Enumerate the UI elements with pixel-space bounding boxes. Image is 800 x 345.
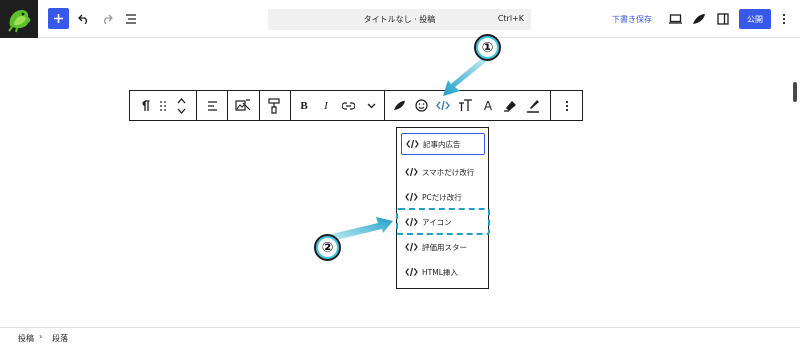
- menu-item-rating-star[interactable]: 評価用スター: [401, 236, 485, 258]
- align-left-icon: [207, 100, 217, 111]
- publish-button[interactable]: 公開: [739, 9, 771, 29]
- link-icon: [341, 101, 355, 110]
- marker-button[interactable]: [522, 91, 544, 120]
- save-draft-button[interactable]: 下書き保存: [612, 14, 652, 25]
- move-block-buttons[interactable]: [173, 91, 189, 120]
- move-up-down-icon: [177, 97, 185, 114]
- menu-item-in-article-ad[interactable]: 記事内広告: [401, 133, 485, 155]
- site-logo[interactable]: [0, 0, 38, 38]
- custom-format-button[interactable]: [433, 91, 453, 120]
- plus-icon: [54, 14, 63, 23]
- menu-item-pc-break[interactable]: PCだけ改行: [401, 186, 485, 208]
- options-menu-button[interactable]: [776, 8, 792, 30]
- block-options-button[interactable]: [558, 91, 576, 120]
- code-icon: [406, 139, 419, 149]
- text-color-button[interactable]: A: [478, 91, 498, 120]
- arrow-to-icon-item: [332, 217, 393, 240]
- chevron-right-icon: ›: [39, 332, 43, 341]
- italic-icon: I: [324, 99, 328, 112]
- text-size-icon: [458, 99, 472, 111]
- link-button[interactable]: [337, 91, 359, 120]
- preview-button[interactable]: [664, 8, 686, 30]
- align-button[interactable]: [202, 91, 222, 120]
- text-color-icon: A: [483, 98, 493, 113]
- image-text-icon: [235, 98, 251, 111]
- annotation-highlight-box: [396, 208, 490, 235]
- breadcrumb: 投稿 › 段落: [0, 327, 800, 345]
- italic-button[interactable]: I: [317, 91, 335, 120]
- editor-top-bar: タイトルなし · 投稿 Ctrl+K 下書き保存 公開: [0, 0, 800, 38]
- bold-icon: B: [300, 99, 308, 112]
- shortcut-hint: Ctrl+K: [497, 14, 524, 23]
- paint-roller-icon: [268, 97, 280, 114]
- menu-item-html-insert[interactable]: HTML挿入: [401, 261, 485, 283]
- more-options-icon: [565, 100, 569, 111]
- swell-logo-icon: [693, 14, 705, 24]
- bold-button[interactable]: B: [294, 91, 314, 120]
- code-icon: [436, 100, 450, 111]
- sidebar-icon: [717, 13, 729, 25]
- command-palette-bar[interactable]: タイトルなし · 投稿 Ctrl+K: [268, 9, 531, 30]
- code-icon: [405, 242, 418, 252]
- block-toolbar: B I A: [129, 90, 583, 121]
- vertical-ellipsis-icon: [782, 13, 786, 25]
- undo-icon: [78, 14, 87, 24]
- canvas-scrollbar-thumb[interactable]: [793, 82, 797, 102]
- undo-button[interactable]: [73, 8, 95, 30]
- drag-handle-icon: [160, 100, 166, 111]
- document-title: タイトルなし · 投稿: [363, 15, 436, 24]
- marker-icon: [527, 99, 539, 113]
- swell-format-button[interactable]: [389, 91, 409, 120]
- settings-sidebar-toggle[interactable]: [712, 8, 734, 30]
- swell-icon: [393, 100, 405, 111]
- image-text-button[interactable]: [232, 91, 254, 120]
- list-view-icon: [126, 14, 136, 24]
- smiley-icon: [414, 99, 428, 112]
- redo-button[interactable]: [96, 8, 118, 30]
- paragraph-button[interactable]: [136, 91, 154, 120]
- drag-handle[interactable]: [156, 91, 170, 120]
- add-block-button[interactable]: [48, 8, 69, 29]
- redo-icon: [104, 14, 113, 24]
- breadcrumb-item-paragraph[interactable]: 段落: [52, 333, 68, 344]
- highlighter-icon: [504, 101, 516, 112]
- code-icon: [405, 192, 418, 202]
- font-size-button[interactable]: [455, 91, 475, 120]
- emoji-button[interactable]: [411, 91, 431, 120]
- swell-settings-button[interactable]: [688, 8, 710, 30]
- dragon-logo-icon: [8, 10, 31, 33]
- code-icon: [405, 267, 418, 277]
- more-rich-text-button[interactable]: [362, 91, 380, 120]
- paragraph-icon: [142, 100, 149, 111]
- editor-app: タイトルなし · 投稿 Ctrl+K 下書き保存 公開 B I A 記事内広告 …: [0, 0, 800, 345]
- document-overview-button[interactable]: [120, 8, 142, 30]
- desktop-preview-icon: [668, 14, 682, 24]
- style-button[interactable]: [263, 91, 285, 120]
- breadcrumb-item-post[interactable]: 投稿: [18, 333, 34, 344]
- annotation-step-1: ①: [474, 34, 501, 61]
- annotation-step-2: ②: [314, 234, 341, 261]
- highlight-button[interactable]: [500, 91, 520, 120]
- code-icon: [405, 167, 418, 177]
- chevron-down-icon: [367, 103, 375, 108]
- menu-item-sp-break[interactable]: スマホだけ改行: [401, 161, 485, 183]
